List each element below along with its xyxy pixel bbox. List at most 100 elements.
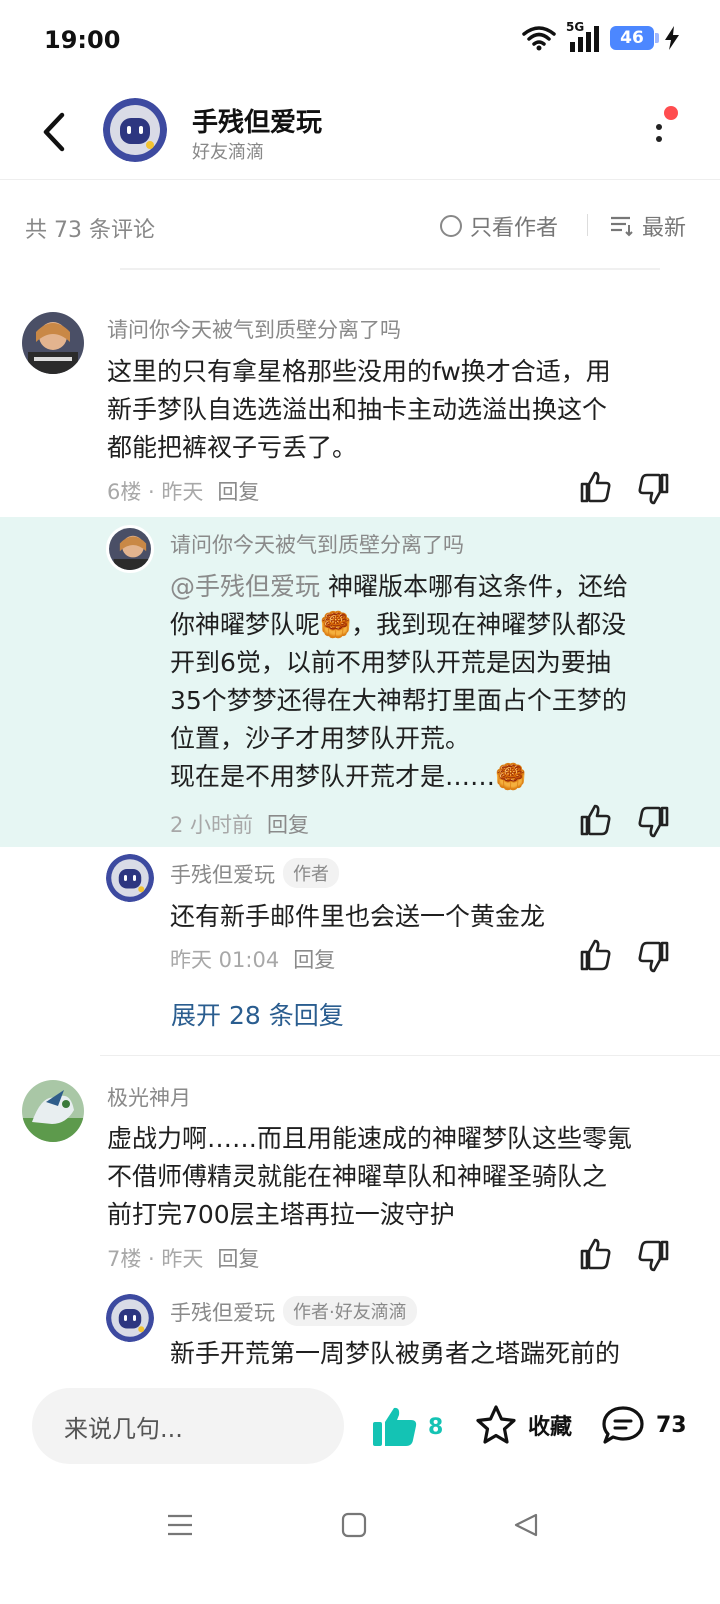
author-name[interactable]: 手残但爱玩 — [192, 102, 322, 139]
like-icon[interactable] — [578, 1237, 612, 1271]
comment-username[interactable]: 极光神月 — [107, 1082, 191, 1112]
comments-button[interactable]: 73 — [600, 1404, 687, 1446]
author-subtitle: 好友滴滴 — [192, 142, 264, 163]
author-avatar[interactable] — [106, 854, 154, 902]
sort-button[interactable]: 最新 — [610, 210, 686, 242]
divider — [100, 1055, 720, 1056]
dislike-icon[interactable] — [637, 940, 671, 974]
notification-dot — [664, 106, 678, 120]
comment-line: 位置，沙子才用梦队开荒。 — [170, 724, 471, 753]
author-avatar[interactable] — [106, 1294, 154, 1342]
author-avatar[interactable] — [103, 98, 167, 162]
reply-username-text[interactable]: 手残但爱玩 — [170, 1301, 275, 1325]
reply-username: 手残但爱玩 作者 — [170, 858, 339, 889]
comment-line: 现在是不用梦队开荒才是……🥮 — [170, 762, 527, 791]
reply-meta: 昨天 01:04 回复 — [170, 944, 335, 974]
menu-icon[interactable] — [166, 1512, 194, 1538]
dislike-icon[interactable] — [637, 472, 671, 506]
comment-bubble-icon — [602, 1406, 644, 1444]
thumbs-up-filled-icon — [373, 1407, 417, 1446]
robot-avatar-icon — [103, 98, 167, 162]
author-badge: 作者·好友滴滴 — [283, 1296, 417, 1326]
comment-meta: 6楼 · 昨天 回复 — [107, 476, 259, 506]
favorite-button[interactable]: 收藏 — [474, 1404, 572, 1446]
comment-line: 新手开荒第一周梦队被勇者之塔踹死前的 — [170, 1339, 621, 1368]
like-count: 8 — [428, 1414, 444, 1440]
back-arrow-icon — [43, 112, 65, 152]
author-only-label: 只看作者 — [470, 216, 559, 241]
reply-text: 新手开荒第一周梦队被勇者之塔踹死前的 — [170, 1335, 620, 1370]
comment-line: 35个梦梦还得在大神帮打里面占个王梦的 — [170, 686, 627, 715]
comment-username[interactable]: 请问你今天被气到质壁分离了吗 — [107, 314, 401, 344]
wifi-icon — [522, 26, 556, 51]
comment-line: 新手梦队自选选溢出和抽卡主动选溢出换这个 — [107, 395, 608, 424]
comment-line: 不借师傅精灵就能在神曜草队和神曜圣骑队之 — [107, 1162, 608, 1191]
reply-text: 还有新手邮件里也会送一个黄金龙 — [170, 898, 545, 936]
mention-link[interactable]: @手残但爱玩 — [170, 572, 320, 601]
user-avatar[interactable] — [22, 1080, 84, 1142]
reply-button[interactable]: 回复 — [217, 480, 259, 504]
more-options-button[interactable] — [642, 106, 678, 162]
status-icons: 5G 46 — [522, 20, 680, 52]
reply-meta: 2 小时前 回复 — [170, 809, 309, 839]
user-photo-icon — [22, 312, 84, 374]
sort-label: 最新 — [642, 216, 687, 241]
reply-time: 2 小时前 — [170, 813, 254, 837]
network-label: 5G — [566, 20, 585, 34]
dislike-icon[interactable] — [637, 1239, 671, 1273]
comment-meta: 7楼 · 昨天 回复 — [107, 1243, 259, 1273]
user-photo-icon — [22, 1080, 84, 1142]
like-icon[interactable] — [578, 470, 612, 504]
radio-icon — [440, 215, 462, 237]
battery-indicator: 46 — [610, 26, 659, 50]
status-bar: 19:00 5G 46 — [0, 0, 720, 84]
floor-time: 6楼 · 昨天 — [107, 480, 204, 504]
comment-line: 还有新手邮件里也会送一个黄金龙 — [170, 902, 546, 931]
favorite-label: 收藏 — [528, 1415, 573, 1440]
user-avatar[interactable] — [106, 525, 154, 573]
home-icon[interactable] — [341, 1512, 367, 1538]
reply-username: 手残但爱玩 作者·好友滴滴 — [170, 1296, 417, 1327]
post-like-button[interactable]: 8 — [372, 1406, 443, 1448]
reply-button[interactable]: 回复 — [267, 813, 309, 837]
dislike-icon[interactable] — [637, 805, 671, 839]
user-avatar[interactable] — [22, 312, 84, 374]
like-icon[interactable] — [578, 938, 612, 972]
reply-item: 手残但爱玩 作者·好友滴滴 新手开荒第一周梦队被勇者之塔踹死前的 — [0, 1290, 720, 1370]
like-icon[interactable] — [578, 803, 612, 837]
comment-input[interactable]: 来说几句... — [32, 1388, 344, 1464]
star-icon — [476, 1405, 516, 1444]
more-dot-icon — [656, 124, 662, 130]
reply-username-text[interactable]: 手残但爱玩 — [170, 863, 275, 887]
author-badge: 作者 — [283, 858, 339, 888]
reply-button[interactable]: 回复 — [293, 948, 335, 972]
back-nav-icon[interactable] — [512, 1512, 540, 1538]
reply-button[interactable]: 回复 — [217, 1247, 259, 1271]
reply-username[interactable]: 请问你今天被气到质壁分离了吗 — [170, 529, 464, 559]
comment-text: 虚战力啊……而且用能速成的神曜梦队这些零氪 不借师傅精灵就能在神曜草队和神曜圣骑… — [107, 1120, 632, 1234]
author-only-toggle[interactable]: 只看作者 — [440, 210, 558, 242]
comment-line: @手残但爱玩 神曜版本哪有这条件，还给 — [170, 572, 628, 601]
comment-line: 虚战力啊……而且用能速成的神曜梦队这些零氪 — [107, 1124, 633, 1153]
comment-count: 共 73 条评论 — [25, 218, 155, 243]
bottom-action-bar: 来说几句... 8 收藏 73 — [0, 1370, 720, 1482]
sort-icon — [611, 216, 633, 237]
signal-icon: 5G — [566, 20, 600, 52]
reply-time: 昨天 01:04 — [170, 948, 280, 972]
reply-text: @手残但爱玩 神曜版本哪有这条件，还给 你神曜梦队呢🥮，我到现在神曜梦队都没 开… — [170, 568, 628, 796]
floor-time: 7楼 · 昨天 — [107, 1247, 204, 1271]
comment-line: 都能把裤衩子亏丢了。 — [107, 433, 358, 462]
comment-line: 开到6觉，以前不用梦队开荒是因为要抽 — [170, 648, 611, 677]
comment-line: 前打完700层主塔再拉一波守护 — [107, 1200, 455, 1229]
comment-line: 这里的只有拿星格那些没用的fw换才合适，用 — [107, 357, 611, 386]
comment-text: 这里的只有拿星格那些没用的fw换才合适，用 新手梦队自选选溢出和抽卡主动选溢出换… — [107, 353, 611, 467]
back-button[interactable] — [34, 108, 74, 156]
comment-line: 你神曜梦队呢🥮，我到现在神曜梦队都没 — [170, 610, 627, 639]
robot-avatar-icon — [106, 1294, 154, 1342]
comments-count: 73 — [656, 1412, 687, 1438]
robot-avatar-icon — [106, 854, 154, 902]
post-header: 手残但爱玩 好友滴滴 — [0, 84, 720, 180]
more-dot-icon — [656, 136, 662, 142]
comment-filter-bar: 共 73 条评论 只看作者 最新 — [0, 180, 720, 270]
expand-replies-link[interactable]: 展开 28 条回复 — [171, 996, 344, 1032]
